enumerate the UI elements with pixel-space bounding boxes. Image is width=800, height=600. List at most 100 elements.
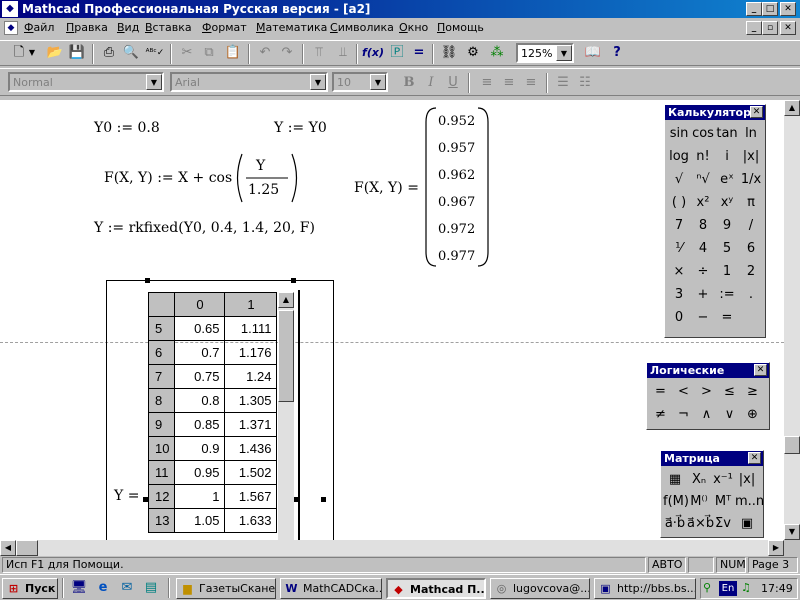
y-definition[interactable]: Y := Y0 (274, 120, 327, 136)
align-right-icon[interactable]: ≡ (520, 72, 542, 94)
scroll-up-icon[interactable]: ▲ (278, 292, 294, 308)
channels-icon[interactable]: ▤ (140, 577, 162, 599)
palette-button[interactable]: . (739, 284, 763, 306)
palette-button[interactable]: ▣ (735, 513, 759, 535)
palette-button[interactable]: ▦ (663, 469, 687, 491)
palette-button[interactable]: cos (691, 123, 715, 145)
close-icon[interactable]: ✕ (748, 452, 761, 464)
palette-button[interactable]: a⃗·b⃗ (663, 513, 687, 535)
chevron-down-icon[interactable]: ▼ (370, 74, 386, 90)
palette-button[interactable]: M⁽⁾ (687, 491, 711, 513)
palette-button[interactable]: / (739, 215, 763, 237)
cut-icon[interactable]: ✂ (176, 42, 198, 64)
resource-center-icon[interactable]: 📖 (582, 42, 604, 64)
menu-view[interactable]: Вид (117, 21, 139, 34)
palette-button[interactable]: × (667, 261, 691, 283)
outlook-icon[interactable]: ✉ (116, 577, 138, 599)
palette-button[interactable]: m..n (735, 491, 764, 513)
palette-button[interactable]: ln (739, 123, 763, 145)
menu-insert[interactable]: Вставка (145, 21, 192, 34)
doc-restore-button[interactable]: ▫ (762, 21, 778, 35)
doc-minimize-button[interactable]: _ (746, 21, 762, 35)
font-size-select[interactable]: 10 ▼ (332, 72, 388, 92)
italic-button[interactable]: I (420, 72, 442, 94)
numbered-list-icon[interactable]: ☷ (574, 72, 596, 94)
palette-button[interactable]: 7 (667, 215, 691, 237)
palette-button[interactable]: sin (667, 123, 691, 145)
bold-button[interactable]: B (398, 72, 420, 94)
show-desktop-icon[interactable]: 🖥 (68, 577, 90, 599)
app-icon[interactable]: ◆ (2, 1, 18, 17)
palette-button[interactable]: ≥ (741, 381, 764, 403)
scroll-left-icon[interactable]: ◀ (0, 540, 16, 556)
align-left-icon[interactable]: ≡ (476, 72, 498, 94)
scroll-thumb[interactable] (16, 540, 38, 556)
align-down-icon[interactable]: ⫫ (332, 42, 354, 64)
palette-button[interactable]: √ (667, 169, 691, 191)
task-button[interactable]: W MathCADСка... (280, 578, 382, 599)
redo-icon[interactable]: ↷ (276, 42, 298, 64)
undo-icon[interactable]: ↶ (254, 42, 276, 64)
palette-button[interactable]: ( ) (667, 192, 691, 214)
scroll-thumb[interactable] (278, 310, 294, 402)
matrix-palette[interactable]: Матрица ✕ ▦ Xₙ x⁻¹ |x| f(M) M⁽⁾ Mᵀ m..n a⃗·b⃗ a⃗×b… (660, 450, 764, 538)
menu-help[interactable]: Помощь (437, 21, 484, 34)
palette-button[interactable]: ¬ (672, 404, 695, 426)
rkfixed-definition[interactable]: Y := rkfixed(Y0, 0.4, 1.4, 20, F) (94, 220, 315, 236)
palette-button[interactable]: 3 (667, 284, 691, 306)
logic-title[interactable]: Логические ✕ (647, 363, 769, 378)
title-bar[interactable]: ◆ Mathcad Профессиональная Русская верси… (0, 0, 800, 18)
palette-button[interactable]: eˣ (715, 169, 739, 191)
doc-icon[interactable]: ◆ (4, 21, 18, 35)
component-icon[interactable]: ⚙ (462, 42, 484, 64)
palette-button[interactable]: a⃗×b⃗ (687, 513, 714, 535)
horizontal-scrollbar[interactable]: ◀ ▶ (0, 540, 784, 556)
minimize-button[interactable]: _ (746, 2, 762, 16)
insert-link-icon[interactable]: ⛓ (438, 42, 460, 64)
menu-edit[interactable]: Правка (66, 21, 108, 34)
insert-unit-icon[interactable]: 🄿 (386, 42, 408, 64)
worksheet[interactable]: Y0 := 0.8 Y := Y0 F(X, Y) := X + cos Y 1… (0, 100, 784, 540)
f-definition[interactable]: F(X, Y) := X + cos Y 1.25 (104, 152, 304, 204)
palette-button[interactable]: |x| (735, 469, 759, 491)
task-button[interactable]: ▣ http://bbs.bs... (594, 578, 696, 599)
align-center-icon[interactable]: ≡ (498, 72, 520, 94)
start-button[interactable]: ⊞ Пуск (2, 578, 58, 599)
palette-button[interactable]: 0 (667, 307, 691, 329)
palette-button[interactable]: i (715, 146, 739, 168)
logic-palette[interactable]: Логические ✕ = < > ≤ ≥ ≠ ¬ ∧ ∨ ⊕ (646, 362, 770, 430)
close-button[interactable]: ✕ (780, 2, 796, 16)
palette-button[interactable]: = (715, 307, 739, 329)
calculator-title[interactable]: Калькулятор ✕ (665, 105, 765, 120)
palette-button[interactable]: ≠ (649, 404, 672, 426)
scroll-right-icon[interactable]: ▶ (768, 540, 784, 556)
palette-button[interactable]: n! (691, 146, 715, 168)
task-button-active[interactable]: ◆ Mathcad П... (386, 578, 486, 599)
palette-button[interactable]: ÷ (691, 261, 715, 283)
calculate-icon[interactable]: = (408, 42, 430, 64)
zoom-select[interactable]: 125% ▼ (516, 43, 574, 63)
matrix-title[interactable]: Матрица ✕ (661, 451, 763, 466)
result-table[interactable]: 0 1 5 0.65 1.111 6 0.7 1.176 7 0.75 1.24 8 0.8 1.30… (148, 292, 278, 540)
palette-button[interactable]: f(M) (663, 491, 689, 513)
vertical-scrollbar[interactable]: ▲ ▼ (784, 100, 800, 540)
menu-math[interactable]: Математика (256, 21, 327, 34)
table-scrollbar[interactable]: ▲ (278, 292, 294, 540)
task-button[interactable]: ▆ ГазетыСканер (176, 578, 276, 599)
palette-button[interactable]: 8 (691, 215, 715, 237)
ie-icon[interactable]: e (92, 577, 114, 599)
palette-button[interactable]: ⅟ (667, 238, 691, 260)
palette-button[interactable]: < (672, 381, 695, 403)
palette-button[interactable]: 1/x (739, 169, 763, 191)
doc-close-button[interactable]: ✕ (780, 21, 796, 35)
font-select[interactable]: Arial ▼ (170, 72, 328, 92)
insert-function-icon[interactable]: f(x) (362, 42, 384, 64)
menu-file[interactable]: Файл (24, 21, 54, 34)
align-top-icon[interactable]: ⫪ (308, 42, 330, 64)
scroll-thumb[interactable] (784, 436, 800, 454)
palette-button[interactable]: xʸ (715, 192, 739, 214)
palette-button[interactable]: Mᵀ (711, 491, 735, 513)
palette-button[interactable]: 4 (691, 238, 715, 260)
menu-format[interactable]: Формат (202, 21, 247, 34)
paste-icon[interactable]: 📋 (222, 42, 244, 64)
